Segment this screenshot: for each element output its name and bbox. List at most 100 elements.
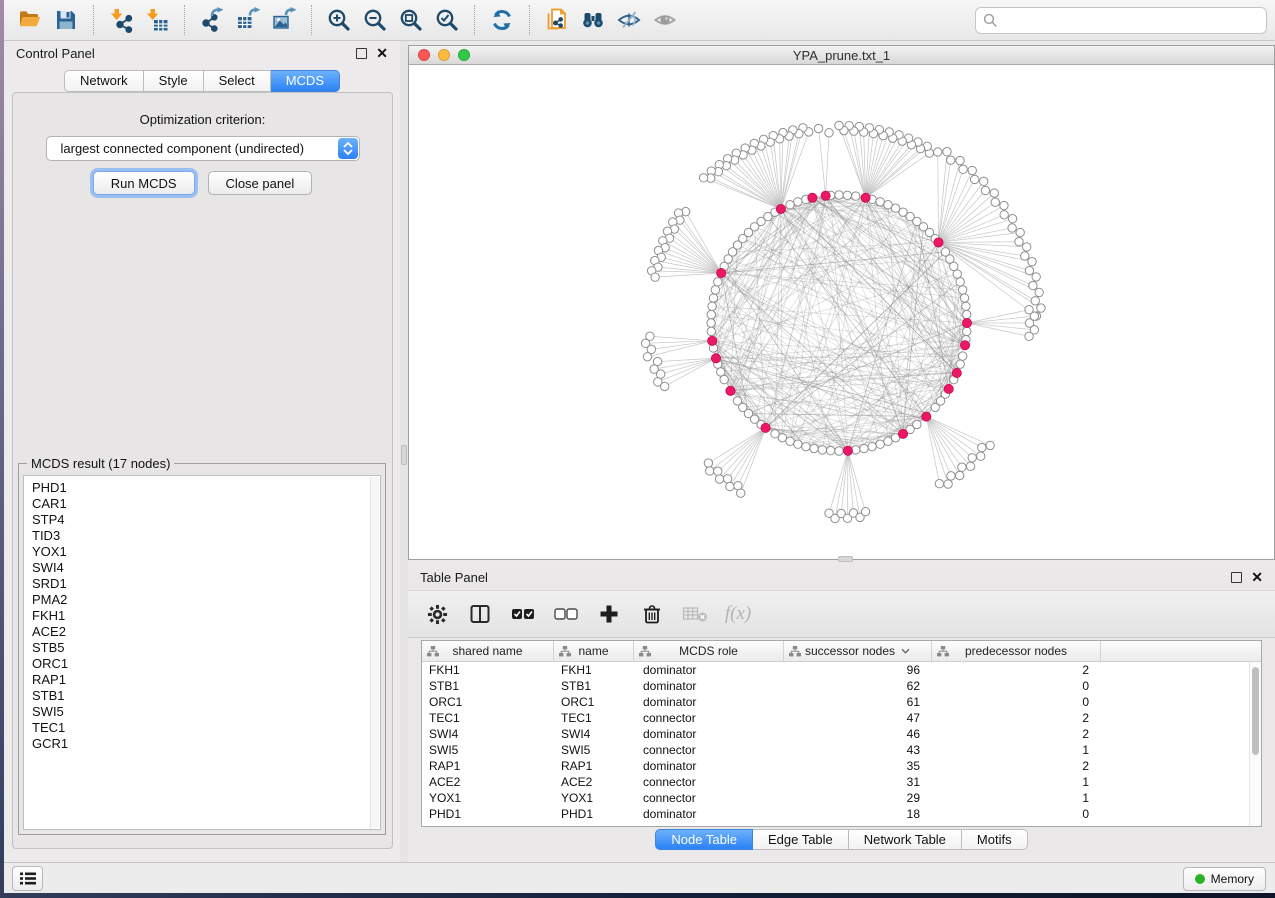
horizontal-splitter-handle[interactable] [838,556,853,562]
save-session-icon[interactable] [48,3,84,37]
column-header-mcds-role[interactable]: MCDS role [634,641,784,661]
export-table-icon[interactable] [230,3,266,37]
tab-style[interactable]: Style [144,70,204,92]
mcds-result-item[interactable]: GCR1 [24,736,370,752]
minimize-window-icon[interactable] [438,49,450,61]
table-cell: ORC1 [554,694,634,710]
memory-button[interactable]: Memory [1183,867,1266,891]
table-row[interactable]: SWI4SWI4dominator462 [422,726,1249,742]
open-file-icon[interactable] [12,3,48,37]
add-column-icon[interactable] [596,601,622,627]
zoom-in-icon[interactable] [321,3,357,37]
close-panel-icon[interactable]: ✕ [1251,572,1263,583]
table-row[interactable]: TEC1TEC1connector472 [422,710,1249,726]
float-panel-icon[interactable] [356,48,367,59]
mcds-result-item[interactable]: STB5 [24,640,370,656]
network-canvas[interactable] [409,65,1274,559]
mcds-result-item[interactable]: RAP1 [24,672,370,688]
zoom-selected-icon[interactable] [429,3,465,37]
export-network-icon[interactable] [194,3,230,37]
table-row[interactable]: ACE2ACE2connector311 [422,774,1249,790]
export-image-icon[interactable] [266,3,302,37]
optimization-criterion-value: largest connected component (undirected) [47,141,338,156]
hide-graphics-icon[interactable] [611,3,647,37]
tab-node-table[interactable]: Node Table [655,829,753,850]
tab-network-table[interactable]: Network Table [849,829,962,850]
close-panel-icon[interactable]: ✕ [376,48,388,59]
show-graphics-icon[interactable] [647,3,683,37]
mcds-result-item[interactable]: TEC1 [24,720,370,736]
table-row[interactable]: RAP1RAP1dominator352 [422,758,1249,774]
control-panel-tabs: NetworkStyleSelectMCDS [4,70,400,92]
mcds-result-item[interactable]: SWI5 [24,704,370,720]
table-cell: TEC1 [554,710,634,726]
search-box [975,7,1267,34]
mcds-result-item[interactable]: YOX1 [24,544,370,560]
table-row[interactable]: STB1STB1dominator620 [422,678,1249,694]
mcds-result-item[interactable]: STB1 [24,688,370,704]
column-header-shared-name[interactable]: shared name [422,641,554,661]
find-network-icon[interactable] [575,3,611,37]
mcds-result-item[interactable]: SRD1 [24,576,370,592]
mcds-result-item[interactable]: PHD1 [24,480,370,496]
search-input[interactable] [1003,13,1259,28]
table-cell: SWI4 [422,726,554,742]
table-row[interactable]: SWI5SWI5connector431 [422,742,1249,758]
new-network-icon[interactable] [539,3,575,37]
maximize-window-icon[interactable] [458,49,470,61]
mcds-result-item[interactable]: PMA2 [24,592,370,608]
mcds-result-item[interactable]: CAR1 [24,496,370,512]
tab-mcds[interactable]: MCDS [271,70,340,92]
table-cell: 29 [784,790,932,806]
close-panel-button[interactable]: Close panel [208,171,313,195]
table-scrollbar[interactable] [1249,662,1261,826]
mcds-result-item[interactable]: FKH1 [24,608,370,624]
optimization-criterion-select[interactable]: largest connected component (undirected) [46,136,360,161]
table-row[interactable]: FKH1FKH1dominator962 [422,662,1249,678]
table-cell: ACE2 [554,774,634,790]
deselect-all-icon[interactable] [553,601,579,627]
splitter-handle[interactable] [401,445,407,465]
zoom-fit-icon[interactable] [393,3,429,37]
table-options-gear-icon[interactable] [424,601,450,627]
table-row[interactable]: PHD1PHD1dominator180 [422,806,1249,822]
delete-column-trash-icon[interactable] [639,601,665,627]
network-window-titlebar[interactable]: YPA_prune.txt_1 [409,46,1274,65]
column-header-predecessor-nodes[interactable]: predecessor nodes [932,641,1101,661]
vertical-splitter[interactable] [400,41,408,862]
panel-menu-button[interactable] [12,866,43,891]
apply-layout-icon[interactable] [484,3,520,37]
scrollbar-thumb[interactable] [1252,667,1259,755]
split-panel-icon[interactable] [467,601,493,627]
import-network-icon[interactable] [103,3,139,37]
table-cell: 2 [932,758,1101,774]
column-header-successor-nodes[interactable]: successor nodes [784,641,932,661]
function-builder-icon[interactable]: f(x) [725,601,751,627]
table-cell: 0 [932,694,1101,710]
delete-table-icon[interactable] [682,601,708,627]
float-panel-icon[interactable] [1231,572,1242,583]
zoom-out-icon[interactable] [357,3,393,37]
tab-edge-table[interactable]: Edge Table [753,829,849,850]
mcds-result-item[interactable]: TID3 [24,528,370,544]
tab-network[interactable]: Network [64,70,144,92]
mcds-list-scrollbar[interactable] [370,477,379,828]
mcds-result-item[interactable]: ACE2 [24,624,370,640]
column-header-name[interactable]: name [554,641,634,661]
close-window-icon[interactable] [418,49,430,61]
tab-select[interactable]: Select [204,70,271,92]
table-panel-title: Table Panel [420,570,488,585]
run-mcds-button[interactable]: Run MCDS [93,171,195,195]
import-table-icon[interactable] [139,3,175,37]
table-row[interactable]: ORC1ORC1dominator610 [422,694,1249,710]
mcds-result-item[interactable]: ORC1 [24,656,370,672]
tab-motifs[interactable]: Motifs [962,829,1028,850]
table-row[interactable]: YOX1YOX1connector291 [422,790,1249,806]
table-cell: SWI5 [554,742,634,758]
table-cell: PHD1 [554,806,634,822]
select-all-icon[interactable] [510,601,536,627]
table-cell: 96 [784,662,932,678]
mcds-result-list: PHD1CAR1STP4TID3YOX1SWI4SRD1PMA2FKH1ACE2… [23,475,381,830]
mcds-result-item[interactable]: SWI4 [24,560,370,576]
mcds-result-item[interactable]: STP4 [24,512,370,528]
